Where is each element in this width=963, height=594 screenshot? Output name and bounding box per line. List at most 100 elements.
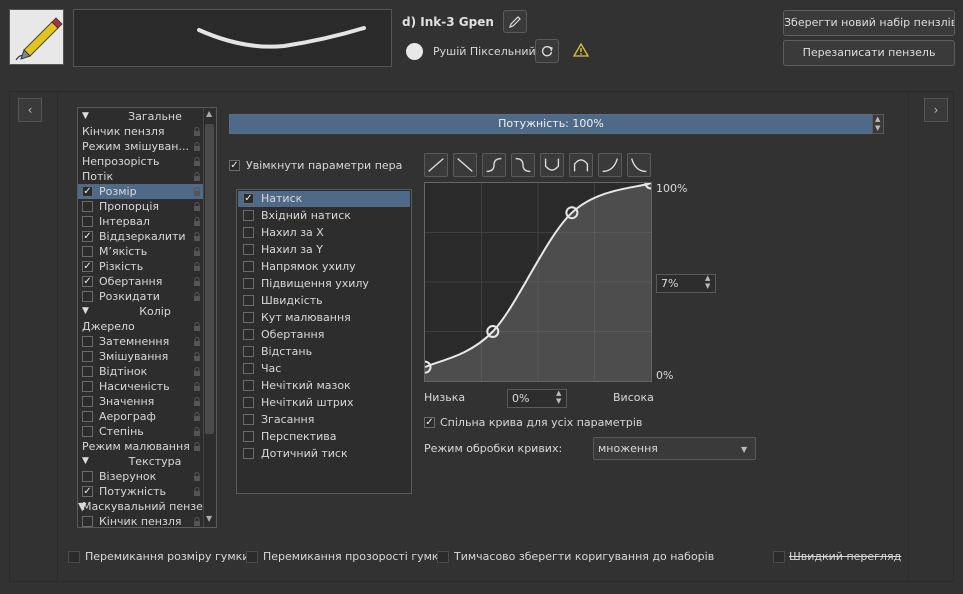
sensor-item[interactable]: Нечіткий штрих [238, 395, 410, 411]
sensor-checkbox[interactable] [243, 278, 254, 289]
option-item[interactable]: Інтервал [78, 214, 204, 229]
option-item[interactable]: Змішування [78, 349, 204, 364]
lock-icon[interactable] [193, 442, 201, 451]
sensor-item[interactable]: Швидкість [238, 293, 410, 309]
lock-icon[interactable] [193, 292, 201, 301]
options-list[interactable]: ▼ Загальне Кінчик пензля Режим змішуван... Н… [77, 107, 217, 528]
option-item[interactable]: ▼ Загальне [78, 109, 204, 124]
sensor-item[interactable]: ✓ Натиск [238, 191, 410, 207]
curve-preset-button[interactable] [627, 153, 651, 177]
sensor-checkbox[interactable] [243, 448, 254, 459]
option-checkbox[interactable]: ✓ [82, 486, 93, 497]
sensor-checkbox[interactable] [243, 414, 254, 425]
enable-pen-checkbox[interactable]: ✓ [229, 160, 240, 171]
curve-editor[interactable] [418, 176, 658, 382]
expand-icon[interactable]: ▼ [82, 454, 89, 469]
eraser-size-checkbox[interactable] [68, 551, 80, 563]
option-checkbox[interactable] [82, 291, 93, 302]
strength-spin[interactable]: ▲ ▼ [872, 114, 884, 134]
lock-icon[interactable] [193, 217, 201, 226]
options-scroll-thumb[interactable] [205, 124, 214, 434]
spin-up-icon[interactable]: ▲ [875, 115, 880, 123]
curve-preset-button[interactable] [482, 153, 506, 177]
option-item[interactable]: Кінчик пензля [78, 514, 204, 527]
option-item[interactable]: М’якість [78, 244, 204, 259]
option-item[interactable]: Затемнення [78, 334, 204, 349]
curve-preset-button[interactable] [598, 153, 622, 177]
option-item[interactable]: Джерело [78, 319, 204, 334]
option-item[interactable]: ✓ Потужність [78, 484, 204, 499]
sensor-checkbox[interactable] [243, 363, 254, 374]
curve-mode-select[interactable]: множення [593, 437, 756, 460]
sensor-checkbox[interactable] [243, 397, 254, 408]
curve-preset-button[interactable] [511, 153, 535, 177]
option-item[interactable]: ✓ Обертання [78, 274, 204, 289]
lock-icon[interactable] [193, 262, 201, 271]
expand-icon[interactable]: ▼ [82, 109, 89, 124]
lock-icon[interactable] [193, 277, 201, 286]
option-item[interactable]: Пропорція [78, 199, 204, 214]
sensor-item[interactable]: Перспектива [238, 429, 410, 445]
option-item[interactable]: Насиченість [78, 379, 204, 394]
sensor-checkbox[interactable] [243, 380, 254, 391]
lock-icon[interactable] [193, 142, 201, 151]
lock-icon[interactable] [193, 337, 201, 346]
option-checkbox[interactable] [82, 336, 93, 347]
sensor-checkbox[interactable] [243, 346, 254, 357]
lock-icon[interactable] [193, 232, 201, 241]
option-item[interactable]: Режим змішуван... [78, 139, 204, 154]
lock-icon[interactable] [193, 172, 201, 181]
option-item[interactable]: ✓ Різкість [78, 259, 204, 274]
sensor-item[interactable]: Нахил за Y [238, 242, 410, 258]
option-checkbox[interactable] [82, 246, 93, 257]
sensor-item[interactable]: Вхідний натиск [238, 208, 410, 224]
option-item[interactable]: Візерунок [78, 469, 204, 484]
sensor-checkbox[interactable] [243, 261, 254, 272]
option-checkbox[interactable]: ✓ [82, 231, 93, 242]
scroll-up-icon[interactable]: ▲ [206, 109, 212, 118]
option-item[interactable]: ▼ Текстура [78, 454, 204, 469]
option-item[interactable]: Розкидати [78, 289, 204, 304]
spin-down-icon[interactable]: ▼ [705, 282, 710, 290]
option-checkbox[interactable]: ✓ [82, 261, 93, 272]
overwrite-preset-button[interactable]: Перезаписати пензель [783, 40, 955, 66]
sensor-item[interactable]: Згасання [238, 412, 410, 428]
option-checkbox[interactable]: ✓ [82, 276, 93, 287]
lock-icon[interactable] [193, 472, 201, 481]
sensor-item[interactable]: Кут малювання [238, 310, 410, 326]
spin-down-icon[interactable]: ▼ [875, 124, 880, 132]
sensor-item[interactable]: Час [238, 361, 410, 377]
option-item[interactable]: ✓ Розмір [78, 184, 204, 199]
option-checkbox[interactable] [82, 516, 93, 527]
option-item[interactable]: Степінь [78, 424, 204, 439]
sensor-checkbox[interactable] [243, 295, 254, 306]
lock-icon[interactable] [193, 367, 201, 376]
edit-name-button[interactable] [503, 10, 527, 33]
lock-icon[interactable] [193, 427, 201, 436]
sensor-list[interactable]: ✓ Натиск Вхідний натиск Нахил за X Нахил за … [236, 189, 412, 494]
lock-icon[interactable] [193, 157, 201, 166]
sensor-item[interactable]: Обертання [238, 327, 410, 343]
option-item[interactable]: Непрозорість [78, 154, 204, 169]
preset-thumbnail[interactable] [9, 9, 64, 65]
option-checkbox[interactable] [82, 426, 93, 437]
expand-icon[interactable]: ▼ [82, 304, 89, 319]
lock-icon[interactable] [193, 187, 201, 196]
collapse-left-button[interactable]: ‹ [18, 98, 42, 122]
strength-slider[interactable]: Потужність: 100% [229, 114, 873, 134]
spin-down-icon[interactable]: ▼ [556, 397, 561, 405]
lock-icon[interactable] [193, 382, 201, 391]
option-item[interactable]: Кінчик пензля [78, 124, 204, 139]
option-item[interactable]: Відтінок [78, 364, 204, 379]
option-checkbox[interactable] [82, 471, 93, 482]
save-new-preset-button[interactable]: Зберегти новий набір пензлів... [783, 10, 955, 36]
lock-icon[interactable] [193, 202, 201, 211]
lock-icon[interactable] [193, 487, 201, 496]
lock-icon[interactable] [193, 352, 201, 361]
sensor-checkbox[interactable] [243, 210, 254, 221]
option-item[interactable]: Режим малювання [78, 439, 204, 454]
spin-up-icon[interactable]: ▲ [556, 389, 561, 397]
reload-button[interactable] [535, 39, 559, 63]
sensor-item[interactable]: Підвищення ухилу [238, 276, 410, 292]
sensor-checkbox[interactable] [243, 329, 254, 340]
